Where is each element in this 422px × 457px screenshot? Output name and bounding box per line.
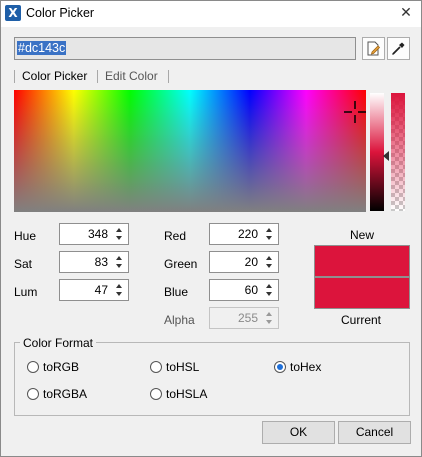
radio-tohex-label[interactable]: toHex (290, 360, 321, 374)
tab-divider (168, 70, 169, 83)
ok-button[interactable]: OK (262, 421, 335, 444)
red-label: Red (164, 229, 187, 243)
tab-divider (97, 70, 98, 83)
blue-value: 60 (244, 283, 258, 297)
hex-input[interactable]: #dc143c (14, 37, 356, 60)
new-label: New (350, 228, 375, 242)
red-stepper[interactable]: 220 (209, 223, 279, 245)
radio-torgb[interactable] (27, 361, 39, 373)
alpha-label: Alpha (164, 313, 195, 327)
sat-label: Sat (14, 257, 33, 271)
lum-spin-arrows[interactable] (114, 281, 126, 299)
radio-torgba-label[interactable]: toRGBA (43, 387, 87, 401)
green-value: 20 (244, 255, 258, 269)
window-title: Color Picker (26, 6, 95, 20)
cancel-button[interactable]: Cancel (338, 421, 411, 444)
new-color-swatch (314, 245, 410, 277)
color-format-group (14, 342, 410, 416)
tab-color-picker[interactable]: Color Picker (22, 69, 87, 83)
alpha-stepper: 255 (209, 307, 279, 329)
edit-button[interactable] (362, 37, 385, 60)
lum-stepper[interactable]: 47 (59, 279, 129, 301)
radio-tohsl[interactable] (150, 361, 162, 373)
blue-spin-arrows[interactable] (264, 281, 276, 299)
red-value: 220 (237, 227, 258, 241)
sat-spin-arrows[interactable] (114, 253, 126, 271)
sat-stepper[interactable]: 83 (59, 251, 129, 273)
color-picker-dialog: X Color Picker ✕ #dc143c Color Picker Ed… (0, 0, 422, 457)
radio-tohsla-label[interactable]: toHSLA (166, 387, 207, 401)
radio-tohsla[interactable] (150, 388, 162, 400)
blue-label: Blue (164, 285, 189, 299)
eyedropper-button[interactable] (387, 37, 410, 60)
hue-stepper[interactable]: 348 (59, 223, 129, 245)
color-format-title: Color Format (20, 336, 97, 350)
radio-tohex[interactable] (274, 361, 286, 373)
green-stepper[interactable]: 20 (209, 251, 279, 273)
current-color-swatch[interactable] (314, 277, 410, 309)
hue-spin-arrows[interactable] (114, 225, 126, 243)
title-bar: X Color Picker ✕ (1, 1, 421, 27)
blue-stepper[interactable]: 60 (209, 279, 279, 301)
hue-label: Hue (14, 229, 37, 243)
crosshair-icon[interactable] (344, 101, 366, 123)
hex-value: #dc143c (17, 41, 67, 55)
current-label: Current (341, 313, 382, 327)
close-icon[interactable]: ✕ (397, 4, 415, 22)
tab-divider (14, 70, 15, 83)
app-icon: X (5, 5, 21, 21)
luminance-pointer-icon[interactable] (383, 151, 389, 161)
alpha-value: 255 (237, 311, 258, 325)
lum-value: 47 (94, 283, 108, 297)
green-label: Green (164, 257, 198, 271)
radio-tohsl-label[interactable]: toHSL (166, 360, 199, 374)
luminance-slider[interactable] (370, 93, 384, 211)
color-spectrum[interactable] (14, 90, 366, 212)
alpha-spin-arrows (264, 309, 276, 327)
tab-edit-color[interactable]: Edit Color (105, 69, 158, 83)
sat-value: 83 (94, 255, 108, 269)
red-spin-arrows[interactable] (264, 225, 276, 243)
radio-torgb-label[interactable]: toRGB (43, 360, 79, 374)
radio-torgba[interactable] (27, 388, 39, 400)
edit-icon (367, 41, 381, 56)
alpha-slider[interactable] (391, 93, 405, 211)
green-spin-arrows[interactable] (264, 253, 276, 271)
eyedropper-icon (392, 42, 405, 55)
hue-value: 348 (87, 227, 108, 241)
lum-label: Lum (14, 285, 38, 299)
